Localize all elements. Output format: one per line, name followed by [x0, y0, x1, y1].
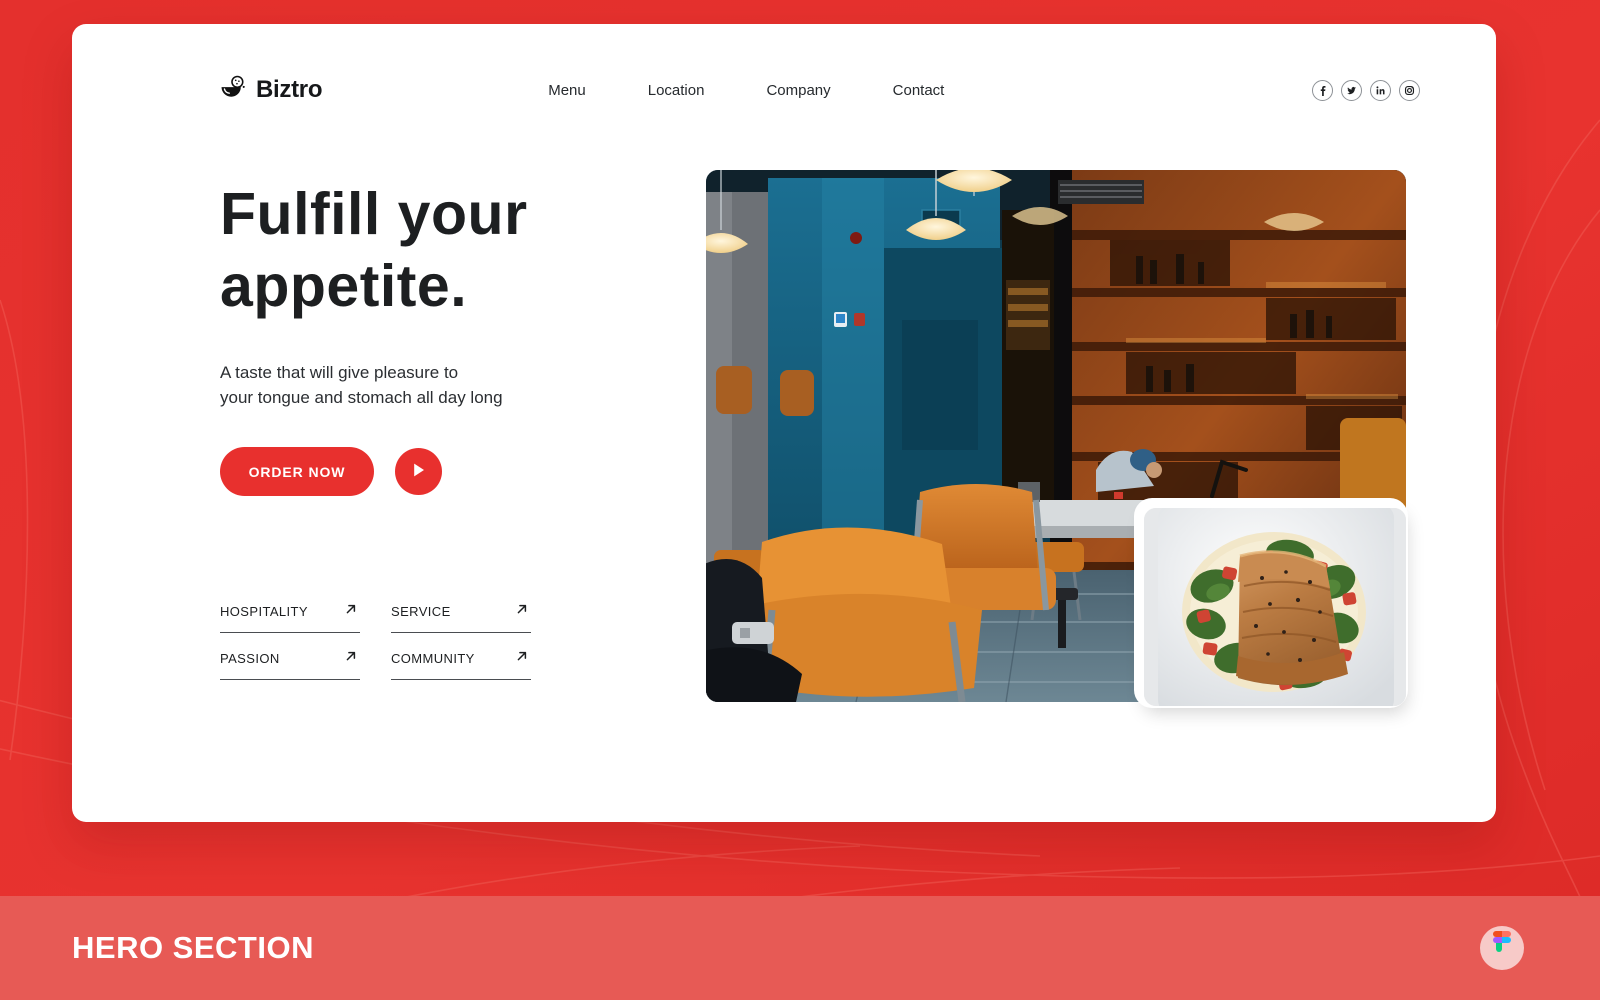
hero-subtext: A taste that will give pleasure to your …	[220, 360, 650, 410]
arrow-up-right-icon	[515, 602, 529, 621]
value-label: COMMUNITY	[391, 651, 475, 666]
subtext-line-2: your tongue and stomach all day long	[220, 388, 503, 407]
value-label: SERVICE	[391, 604, 451, 619]
site-header: Biztro Menu Location Company Contact	[72, 24, 1496, 120]
hero-copy: Fulfill your appetite. A taste that will…	[220, 170, 650, 702]
value-link-hospitality[interactable]: HOSPITALITY	[220, 602, 360, 633]
play-icon	[411, 462, 426, 481]
play-video-button[interactable]	[395, 448, 442, 495]
order-now-button[interactable]: ORDER NOW	[220, 447, 374, 496]
arrow-up-right-icon	[344, 649, 358, 668]
nav-item-location[interactable]: Location	[648, 82, 705, 99]
headline-line-1: Fulfill your	[220, 181, 528, 247]
value-links-grid: HOSPITALITY SERVICE PASSION COMMUNITY	[220, 602, 540, 680]
twitter-icon[interactable]	[1341, 79, 1362, 101]
page-title: Fulfill your appetite.	[220, 178, 650, 322]
facebook-icon[interactable]	[1312, 79, 1333, 101]
hero-section-banner: HERO SECTION	[0, 896, 1600, 1000]
rice-bowl-icon	[220, 74, 247, 106]
brand-logo[interactable]: Biztro	[220, 74, 323, 106]
main-navigation: Menu Location Company Contact	[548, 82, 944, 99]
cta-row: ORDER NOW	[220, 447, 650, 496]
nav-item-contact[interactable]: Contact	[893, 82, 945, 99]
hero-section: Fulfill your appetite. A taste that will…	[72, 120, 1496, 706]
banner-title: HERO SECTION	[72, 930, 314, 965]
social-links	[1312, 79, 1420, 101]
value-label: PASSION	[220, 651, 280, 666]
value-link-community[interactable]: COMMUNITY	[391, 649, 531, 680]
nav-item-menu[interactable]: Menu	[548, 82, 586, 99]
linkedin-icon[interactable]	[1370, 79, 1391, 101]
headline-line-2: appetite.	[220, 253, 468, 319]
arrow-up-right-icon	[344, 602, 358, 621]
brand-name: Biztro	[256, 76, 323, 103]
value-link-service[interactable]: SERVICE	[391, 602, 531, 633]
value-link-passion[interactable]: PASSION	[220, 649, 360, 680]
hero-card: Biztro Menu Location Company Contact Ful…	[72, 24, 1496, 822]
instagram-icon[interactable]	[1399, 79, 1420, 101]
subtext-line-1: A taste that will give pleasure to	[220, 363, 459, 382]
value-label: HOSPITALITY	[220, 604, 308, 619]
hero-imagery	[706, 170, 1406, 706]
nav-item-company[interactable]: Company	[766, 82, 830, 99]
arrow-up-right-icon	[515, 649, 529, 668]
figma-logo-icon[interactable]	[1480, 926, 1524, 970]
signature-dish-photo	[1144, 508, 1406, 706]
